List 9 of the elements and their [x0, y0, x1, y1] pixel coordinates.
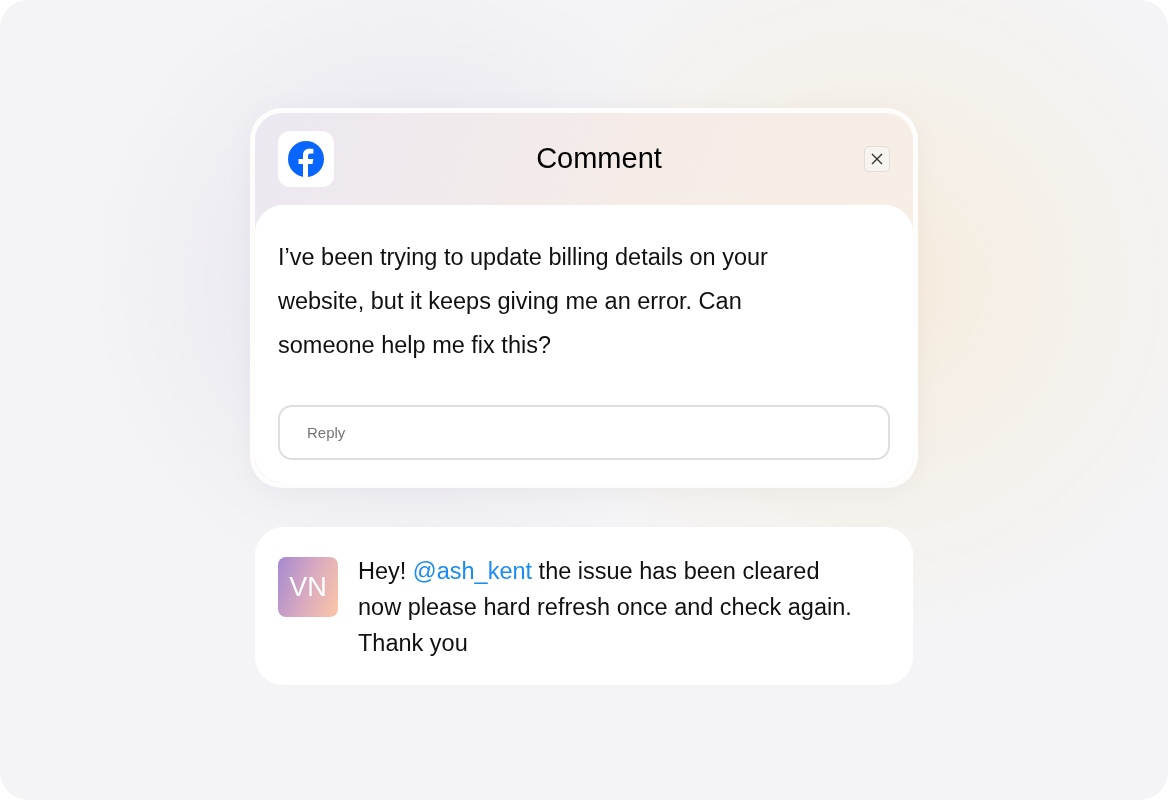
facebook-logo-icon [278, 131, 334, 187]
dialog-title: Comment [536, 141, 662, 177]
reply-text: Hey! @ash_kent the issue has been cleared now please hard refresh once and check again. Thank you [358, 557, 853, 658]
reply-field[interactable]: Reply [278, 405, 890, 460]
close-icon [871, 153, 883, 165]
avatar: VN [278, 557, 338, 617]
mention-link[interactable]: @ash_kent [412, 558, 533, 584]
comment-text: I’ve been trying to update billing details on your website, but it keeps giving me an error. Can someone help me fix this? [278, 243, 769, 360]
close-button[interactable] [864, 146, 890, 172]
